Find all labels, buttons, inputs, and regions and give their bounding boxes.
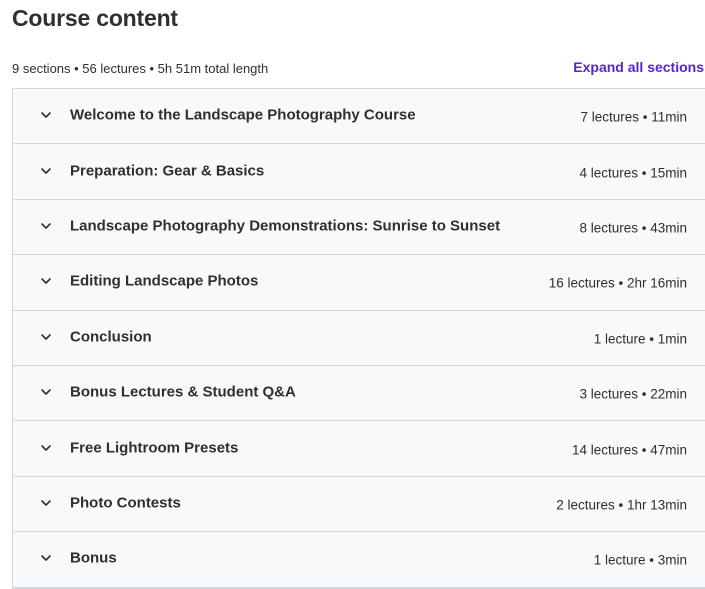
section-meta: 1 lecture • 3min	[593, 552, 687, 568]
section-title: Photo Contests	[70, 494, 181, 512]
chevron-down-icon	[40, 220, 52, 232]
course-summary: 9 sections • 56 lectures • 5h 51m total …	[12, 61, 269, 76]
section-item[interactable]: Welcome to the Landscape Photography Cou…	[13, 89, 705, 145]
section-meta: 16 lectures • 2hr 16min	[548, 275, 687, 291]
section-title: Landscape Photography Demonstrations: Su…	[70, 217, 501, 235]
section-meta: 4 lectures • 15min	[579, 164, 687, 180]
section-title: Bonus Lectures & Student Q&A	[70, 383, 296, 401]
course-content-title: Course content	[12, 5, 178, 31]
section-meta: 2 lectures • 1hr 13min	[556, 497, 687, 513]
section-item[interactable]: Free Lightroom Presets 14 lectures • 47m…	[13, 421, 705, 477]
chevron-down-icon	[40, 386, 52, 398]
expand-all-sections-button[interactable]: Expand all sections	[573, 59, 704, 75]
section-meta: 14 lectures • 47min	[571, 441, 687, 457]
course-summary-row: 9 sections • 56 lectures • 5h 51m total …	[12, 58, 705, 78]
section-item[interactable]: Editing Landscape Photos 16 lectures • 2…	[13, 255, 705, 311]
chevron-down-icon	[40, 331, 52, 343]
section-title: Editing Landscape Photos	[70, 273, 259, 291]
chevron-down-icon	[40, 552, 52, 564]
chevron-down-icon	[40, 497, 52, 509]
section-item[interactable]: Preparation: Gear & Basics 4 lectures • …	[13, 144, 705, 200]
chevron-down-icon	[40, 275, 52, 287]
section-item[interactable]: Photo Contests 2 lectures • 1hr 13min	[13, 476, 705, 533]
section-item[interactable]: Bonus Lectures & Student Q&A 3 lectures …	[13, 365, 705, 422]
section-meta: 1 lecture • 1min	[593, 331, 687, 346]
chevron-down-icon	[40, 109, 52, 121]
section-title: Free Lightroom Presets	[70, 439, 239, 457]
section-item[interactable]: Conclusion 1 lecture • 1min	[13, 310, 705, 366]
section-meta: 3 lectures • 22min	[579, 386, 687, 402]
chevron-down-icon	[40, 442, 52, 454]
section-title: Bonus	[70, 549, 117, 567]
section-meta: 8 lectures • 43min	[579, 220, 687, 236]
section-list: Welcome to the Landscape Photography Cou…	[12, 88, 705, 589]
section-title: Welcome to the Landscape Photography Cou…	[70, 106, 416, 124]
section-item[interactable]: Landscape Photography Demonstrations: Su…	[13, 199, 705, 256]
chevron-down-icon	[40, 165, 52, 177]
section-meta: 7 lectures • 11min	[580, 109, 687, 125]
section-title: Preparation: Gear & Basics	[70, 162, 265, 180]
section-title: Conclusion	[70, 328, 152, 346]
section-item[interactable]: Bonus 1 lecture • 3min	[13, 532, 705, 588]
